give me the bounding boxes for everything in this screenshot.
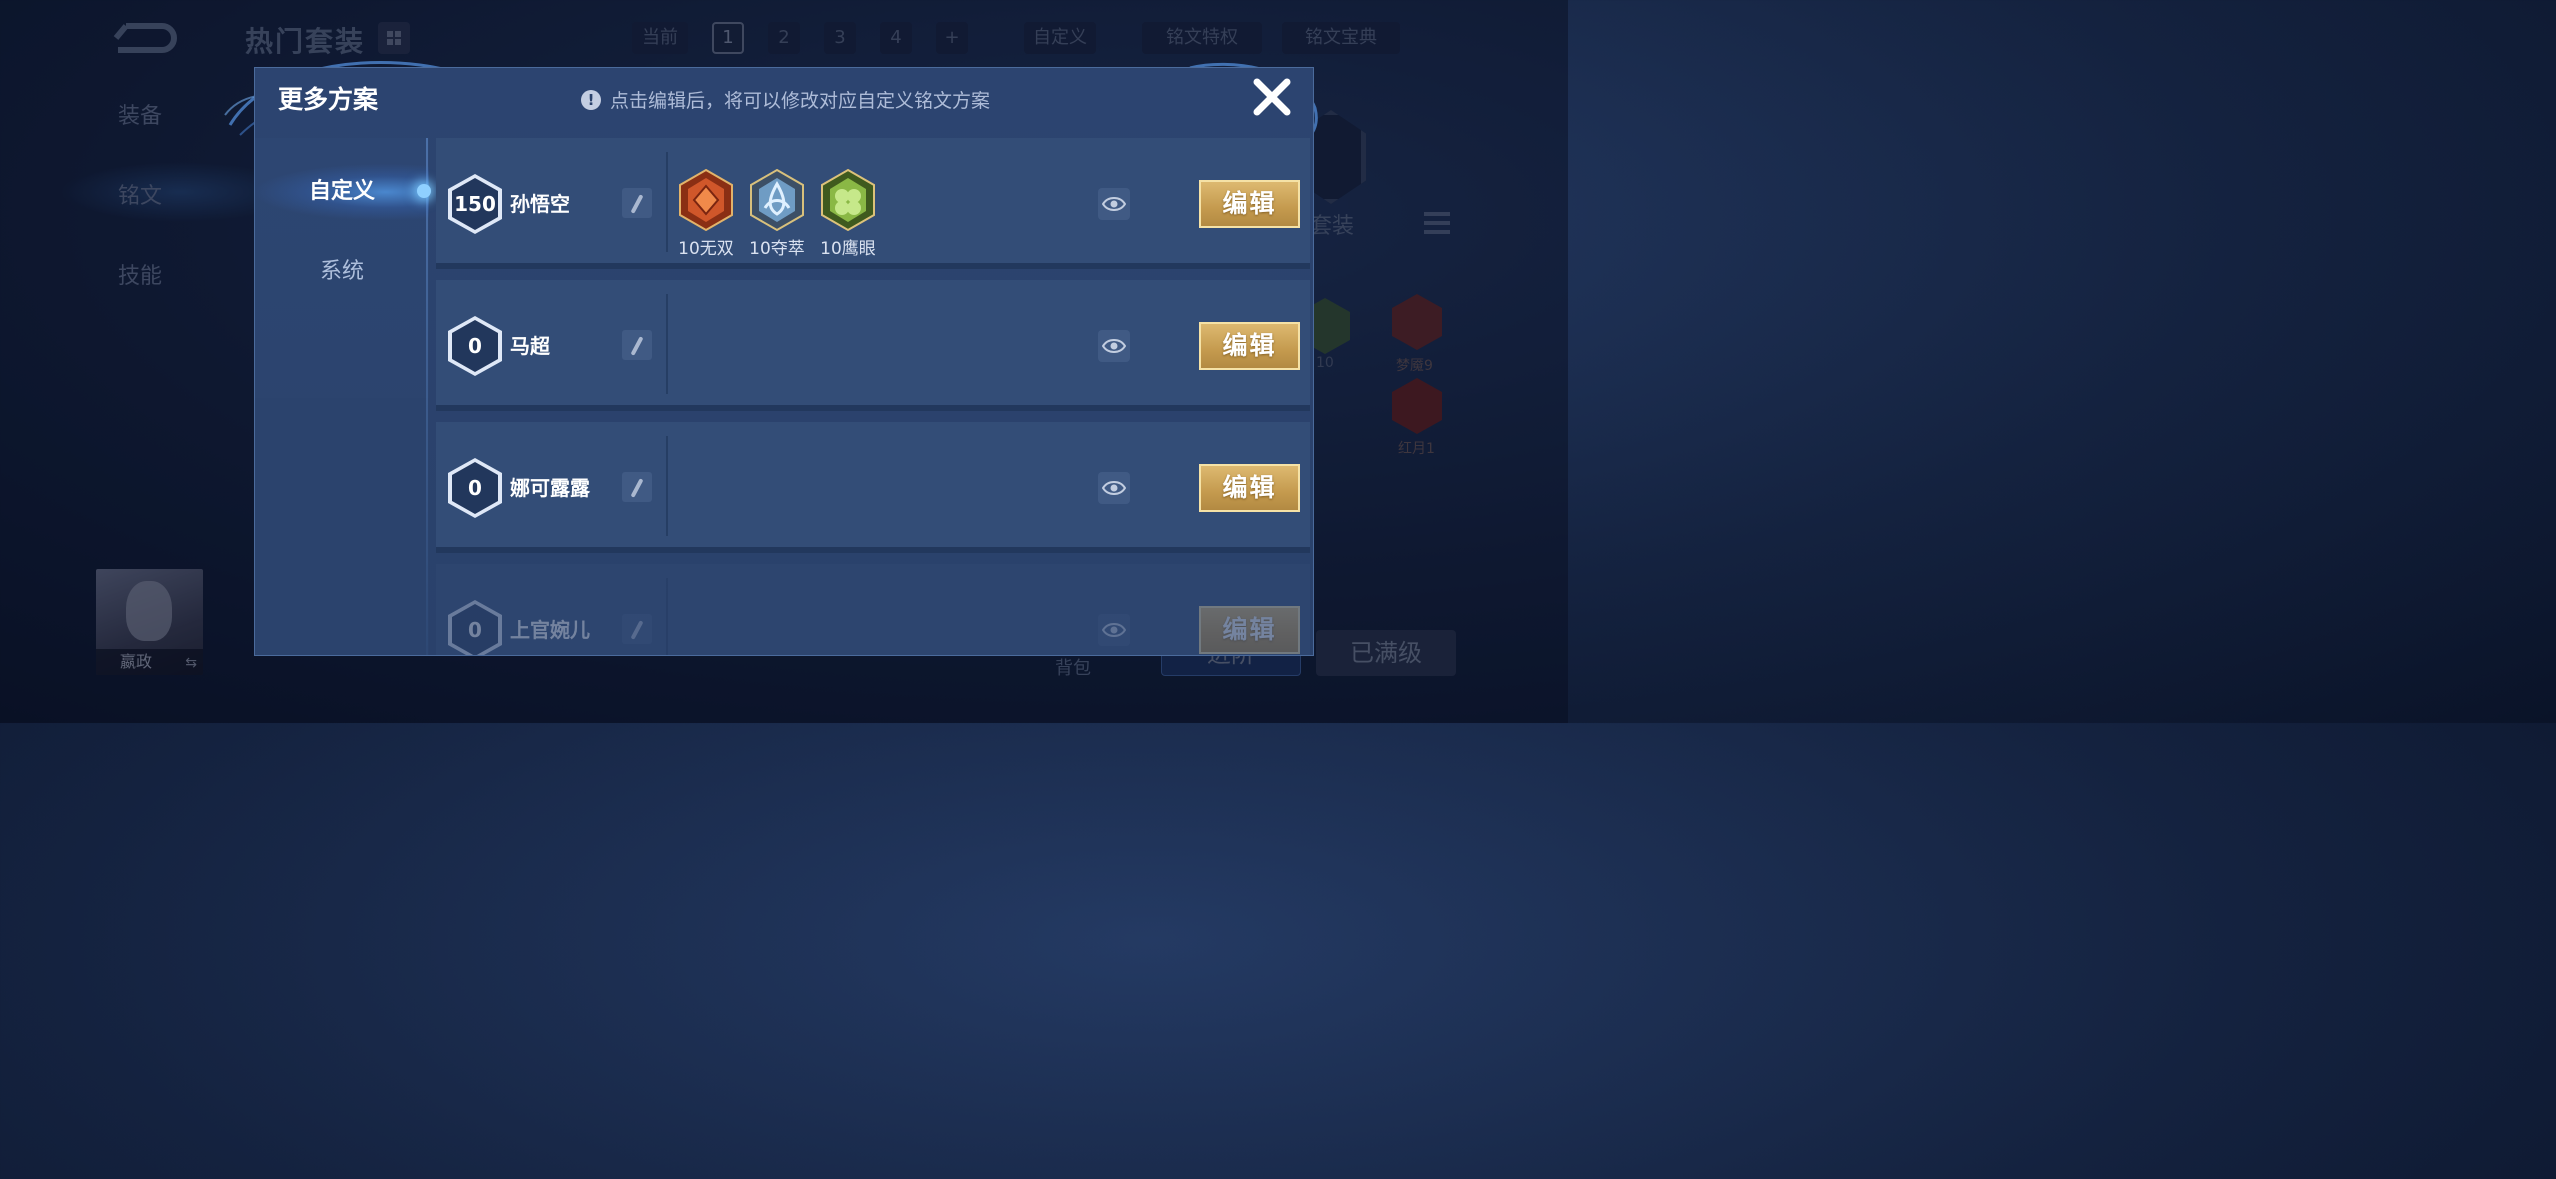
- rename-pen-icon[interactable]: [622, 330, 652, 360]
- plan-row[interactable]: 0 马超 编辑: [436, 280, 1310, 411]
- rename-pen-icon[interactable]: [622, 188, 652, 218]
- plan-level: 0: [452, 320, 498, 372]
- edit-button[interactable]: 编辑: [1199, 180, 1300, 228]
- edit-button[interactable]: 编辑: [1199, 464, 1300, 512]
- rename-pen-icon[interactable]: [622, 614, 652, 644]
- modal-header: 更多方案 ! 点击编辑后，将可以修改对应自定义铭文方案: [255, 68, 1313, 132]
- modal-title: 更多方案: [278, 85, 379, 114]
- rune-label: 10无双: [678, 239, 734, 259]
- rename-pen-icon[interactable]: [622, 472, 652, 502]
- plan-level: 150: [452, 178, 498, 230]
- plan-level: 0: [452, 604, 498, 655]
- plan-name: 孙悟空: [510, 192, 570, 216]
- edit-button[interactable]: 编辑: [1199, 606, 1300, 654]
- edit-button[interactable]: 编辑: [1199, 322, 1300, 370]
- more-plans-modal: 更多方案 ! 点击编辑后，将可以修改对应自定义铭文方案 自定义 系统 150 孙…: [254, 67, 1314, 656]
- tab-custom[interactable]: 自定义: [255, 164, 431, 220]
- plan-level: 0: [452, 462, 498, 514]
- tab-system[interactable]: 系统: [255, 244, 429, 300]
- plan-row[interactable]: 0 娜可露露 编辑: [436, 422, 1310, 553]
- plan-name: 上官婉儿: [510, 618, 590, 642]
- level-hex: 0: [448, 600, 502, 655]
- preview-eye-icon[interactable]: [1098, 188, 1130, 220]
- plan-row[interactable]: 0 上官婉儿 编辑: [436, 564, 1310, 655]
- level-hex: 0: [448, 316, 502, 376]
- preview-eye-icon[interactable]: [1098, 472, 1130, 504]
- level-hex: 0: [448, 458, 502, 518]
- plan-row[interactable]: 150 孙悟空 10无双 10夺萃 10鹰眼 编辑: [436, 138, 1310, 269]
- info-icon: !: [581, 89, 601, 110]
- rune-icon-wushuang[interactable]: [678, 168, 734, 232]
- rune-label: 10鹰眼: [820, 239, 876, 259]
- preview-eye-icon[interactable]: [1098, 614, 1130, 646]
- rune-label: 10夺萃: [749, 239, 805, 259]
- preview-eye-icon[interactable]: [1098, 330, 1130, 362]
- modal-hint: ! 点击编辑后，将可以修改对应自定义铭文方案: [581, 86, 990, 113]
- rune-icon-yingyan[interactable]: [820, 168, 876, 232]
- rune-icon-duocui[interactable]: [749, 168, 805, 232]
- plan-list[interactable]: 150 孙悟空 10无双 10夺萃 10鹰眼 编辑 0 马超 编辑 0 娜可露露…: [436, 138, 1310, 655]
- level-hex: 150: [448, 174, 502, 234]
- modal-sidebar-lower: [255, 398, 429, 655]
- plan-name: 娜可露露: [510, 476, 590, 500]
- plan-name: 马超: [510, 334, 550, 358]
- modal-hint-text: 点击编辑后，将可以修改对应自定义铭文方案: [610, 90, 991, 112]
- close-icon[interactable]: [1251, 76, 1293, 118]
